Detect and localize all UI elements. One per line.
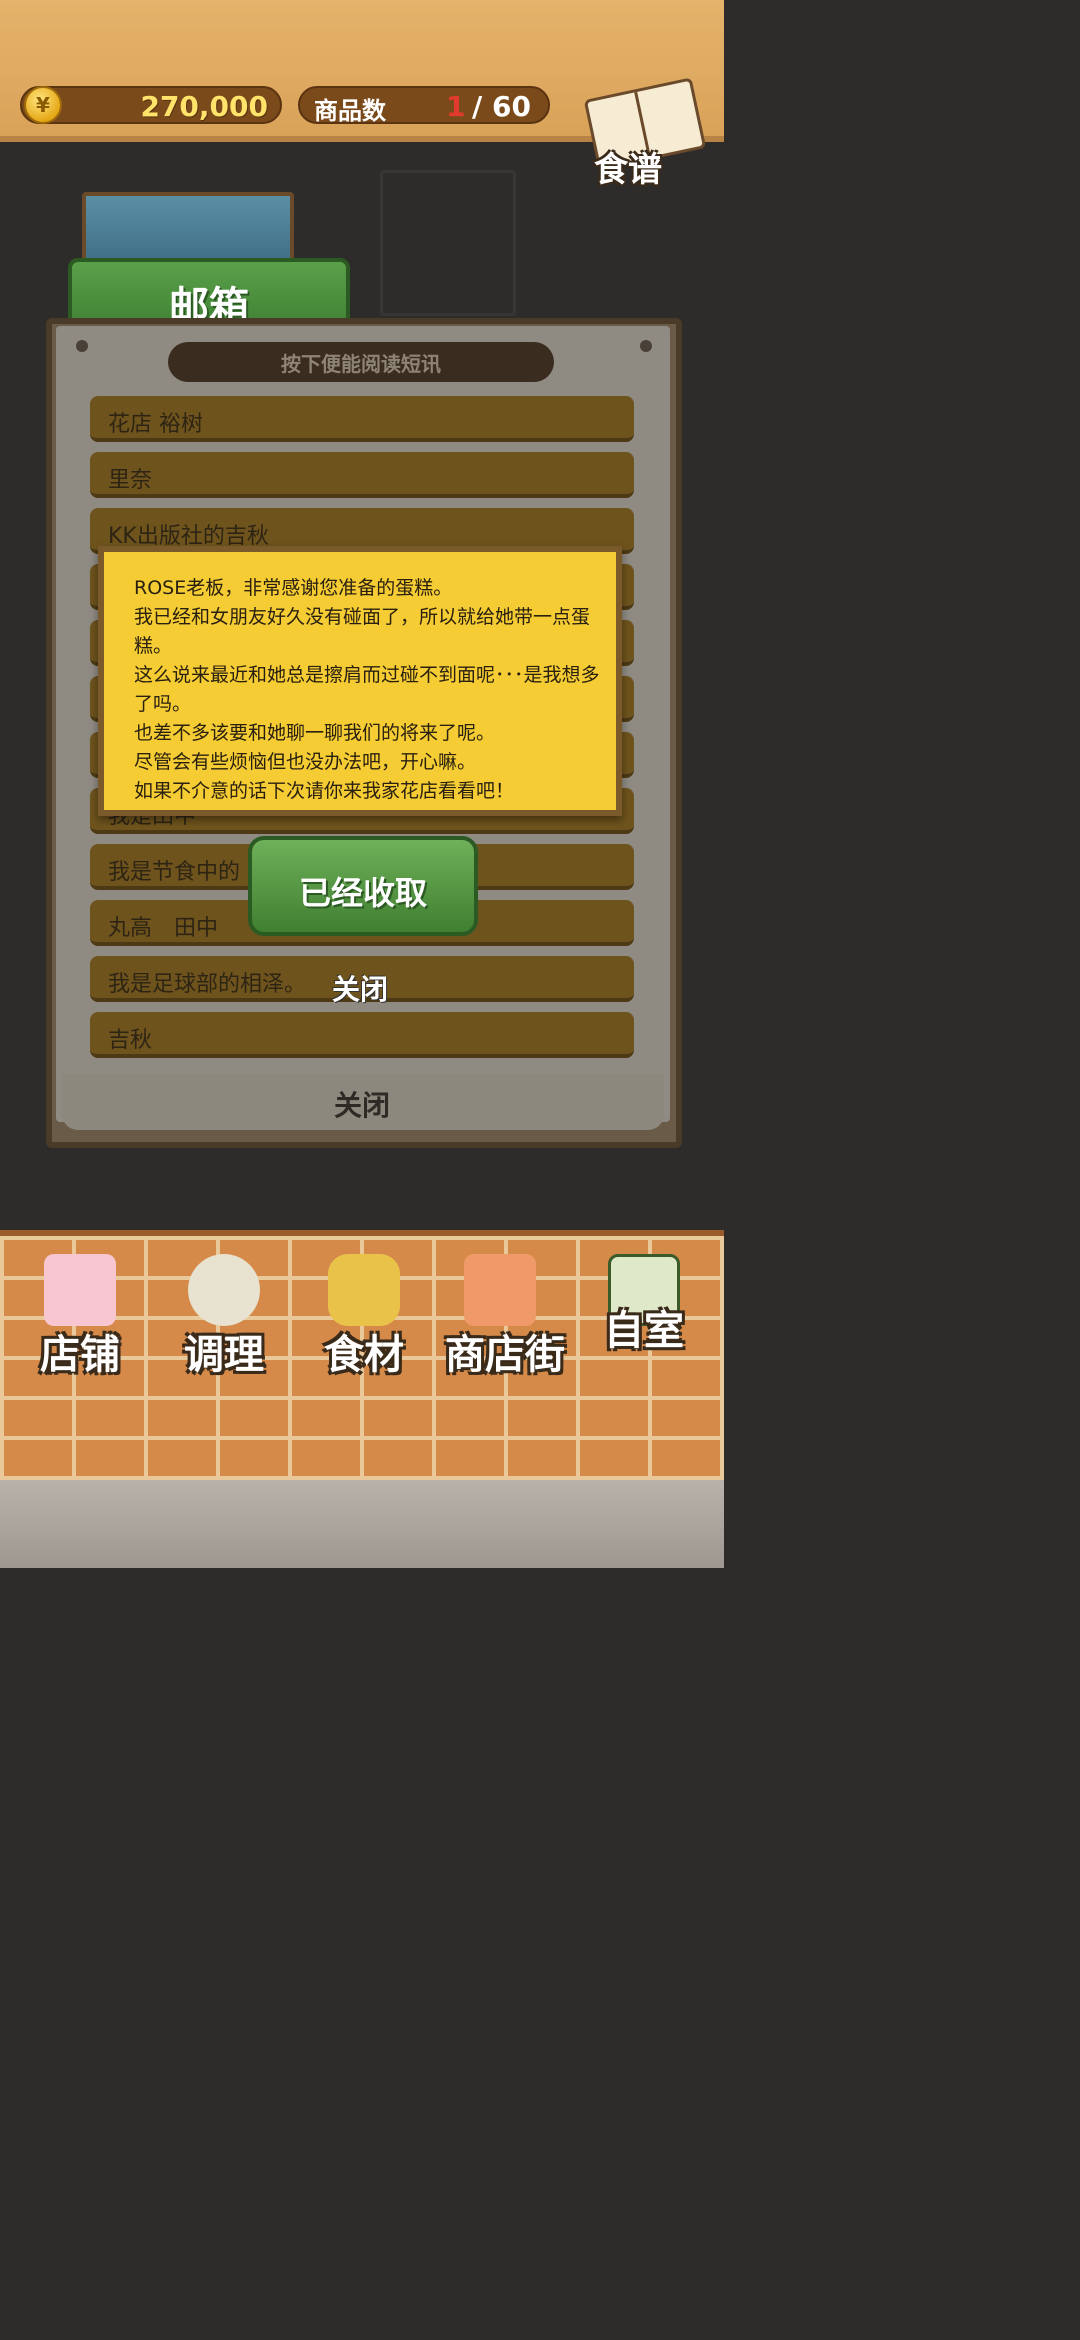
nav-label: 调理 xyxy=(184,1332,264,1378)
message-popup-text: ROSE老板，非常感谢您准备的蛋糕。 我已经和女朋友好久没有碰面了，所以就给她带… xyxy=(134,577,600,802)
nav-ingredients-button[interactable]: 食材 xyxy=(294,1240,434,1380)
background-sketch xyxy=(380,170,516,316)
mailbox-close-button[interactable]: 关闭 xyxy=(0,1084,724,1124)
collected-button[interactable]: 已经收取 xyxy=(248,836,478,936)
recipe-label: 食谱 xyxy=(594,150,662,190)
nav-label: 食材 xyxy=(324,1332,404,1378)
mailbox-hint: 按下便能阅读短讯 xyxy=(168,342,554,382)
nav-label: 店铺 xyxy=(40,1332,120,1378)
product-count-current: 1 xyxy=(446,90,466,123)
pin-icon xyxy=(640,340,652,352)
recipe-button[interactable]: 食谱 xyxy=(583,77,707,190)
mixing-bowl-icon xyxy=(188,1254,260,1326)
message-row[interactable]: 花店 裕树 xyxy=(90,396,634,442)
product-count-display: 商品数 1 / 60 xyxy=(298,86,550,125)
message-popup: ROSE老板，非常感谢您准备的蛋糕。 我已经和女朋友好久没有碰面了，所以就给她带… xyxy=(98,546,622,816)
floor-decor xyxy=(0,1480,724,1568)
nav-shop-button[interactable]: 店铺 xyxy=(10,1240,150,1380)
product-count-total: / 60 xyxy=(472,90,531,123)
shop-street-icon xyxy=(464,1254,536,1326)
popup-close-button[interactable]: 关闭 xyxy=(332,968,388,1008)
nav-my-room-button[interactable]: 自室 xyxy=(574,1240,714,1356)
flour-sack-icon xyxy=(328,1254,400,1326)
cake-icon xyxy=(44,1254,116,1326)
pin-icon xyxy=(76,340,88,352)
product-count-label: 商品数 xyxy=(314,97,386,125)
yen-coin-icon: ¥ xyxy=(24,86,62,124)
nav-label: 商店街 xyxy=(445,1332,565,1378)
nav-shopping-street-button[interactable]: 商店街 xyxy=(432,1240,578,1380)
message-row[interactable]: 里奈 xyxy=(90,452,634,498)
nav-label: 自室 xyxy=(604,1308,684,1354)
money-display: ¥ 270,000 xyxy=(20,86,282,124)
nav-cooking-button[interactable]: 调理 xyxy=(154,1240,294,1380)
message-row[interactable]: 吉秋 xyxy=(90,1012,634,1058)
money-value: 270,000 xyxy=(140,90,268,123)
collected-label: 已经收取 xyxy=(298,874,427,912)
